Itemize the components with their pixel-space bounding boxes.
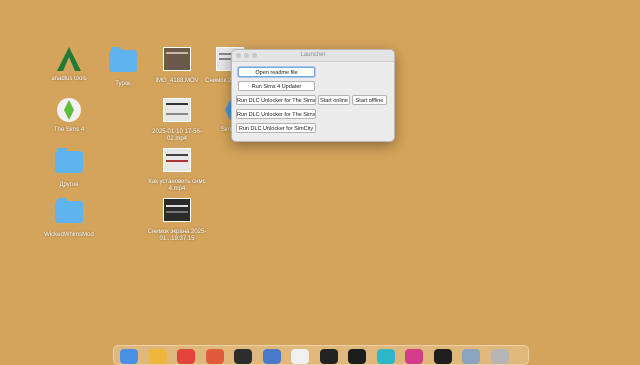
launchpad-icon[interactable] — [148, 349, 167, 364]
ea-app-icon[interactable] — [262, 349, 281, 364]
folder-icon — [55, 198, 83, 229]
video-thumbnail-icon — [163, 47, 191, 75]
screenshot-thumbnail-icon — [163, 198, 191, 226]
window-titlebar[interactable]: Launcher — [232, 50, 394, 62]
desktop-icon-label: Как установить симс 4.mp4 — [148, 179, 206, 192]
clock-icon[interactable] — [234, 349, 252, 364]
desktop-icon-label: The Sims 4 — [53, 127, 85, 133]
open-readme-button[interactable]: Open readme file — [238, 67, 315, 77]
sims-app-icon[interactable] — [291, 349, 309, 364]
video-editor-icon[interactable] — [348, 349, 366, 364]
finder-icon[interactable] — [120, 349, 138, 364]
desktop-icon-the-sims-4[interactable]: The Sims 4 — [37, 96, 101, 134]
terminal-icon[interactable] — [433, 349, 452, 364]
dock — [113, 345, 529, 365]
desktop-icon-folder-wickedwhims[interactable]: WickedWhimsMod — [37, 196, 101, 239]
run-updater-button[interactable]: Run Sims 4 Updater — [238, 81, 315, 91]
home-icon[interactable] — [205, 349, 224, 364]
desktop-icon-label: Другое — [59, 182, 79, 188]
video-thumbnail-icon — [163, 148, 191, 176]
dlc-unlocker-sims4-button[interactable]: Run DLC Unlocker for The Sims 4 — [236, 95, 316, 105]
desktop-icon-screenshot-2[interactable]: Снимок экрана 2025-01...19.37.15 — [145, 196, 209, 243]
desktop-icon-label: WickedWhimsMod — [44, 232, 94, 238]
desktop-icon-kak-ustanovit[interactable]: Как установить симс 4.mp4 — [145, 146, 209, 193]
photo-icon[interactable] — [405, 349, 423, 364]
preview-icon[interactable] — [462, 349, 480, 364]
folder-icon — [55, 148, 83, 179]
desktop-icon-label: Снимок экрана 2025-01...19.37.15 — [147, 229, 207, 242]
game-icon[interactable] — [376, 349, 395, 364]
desktop-icon-folder-drugoe[interactable]: Другое — [37, 146, 101, 189]
trash-icon[interactable] — [490, 349, 509, 364]
start-online-button[interactable]: Start online — [318, 95, 350, 105]
anadius-app-icon — [55, 45, 83, 73]
window-title: Launcher — [300, 52, 326, 58]
film-icon[interactable] — [319, 349, 338, 364]
video-thumbnail-icon — [163, 98, 191, 126]
dlc-unlocker-simcity-button[interactable]: Run DLC Unlocker for SimCity — [236, 123, 316, 133]
start-offline-button[interactable]: Start offline — [352, 95, 387, 105]
plumbob-icon — [55, 96, 83, 124]
folder-icon — [109, 47, 137, 78]
launcher-window: Launcher Open readme file Run Sims 4 Upd… — [231, 49, 395, 142]
dlc-unlocker-sims3-button[interactable]: Run DLC Unlocker for The Sims 3 — [236, 109, 316, 119]
chrome-icon[interactable] — [177, 349, 195, 364]
